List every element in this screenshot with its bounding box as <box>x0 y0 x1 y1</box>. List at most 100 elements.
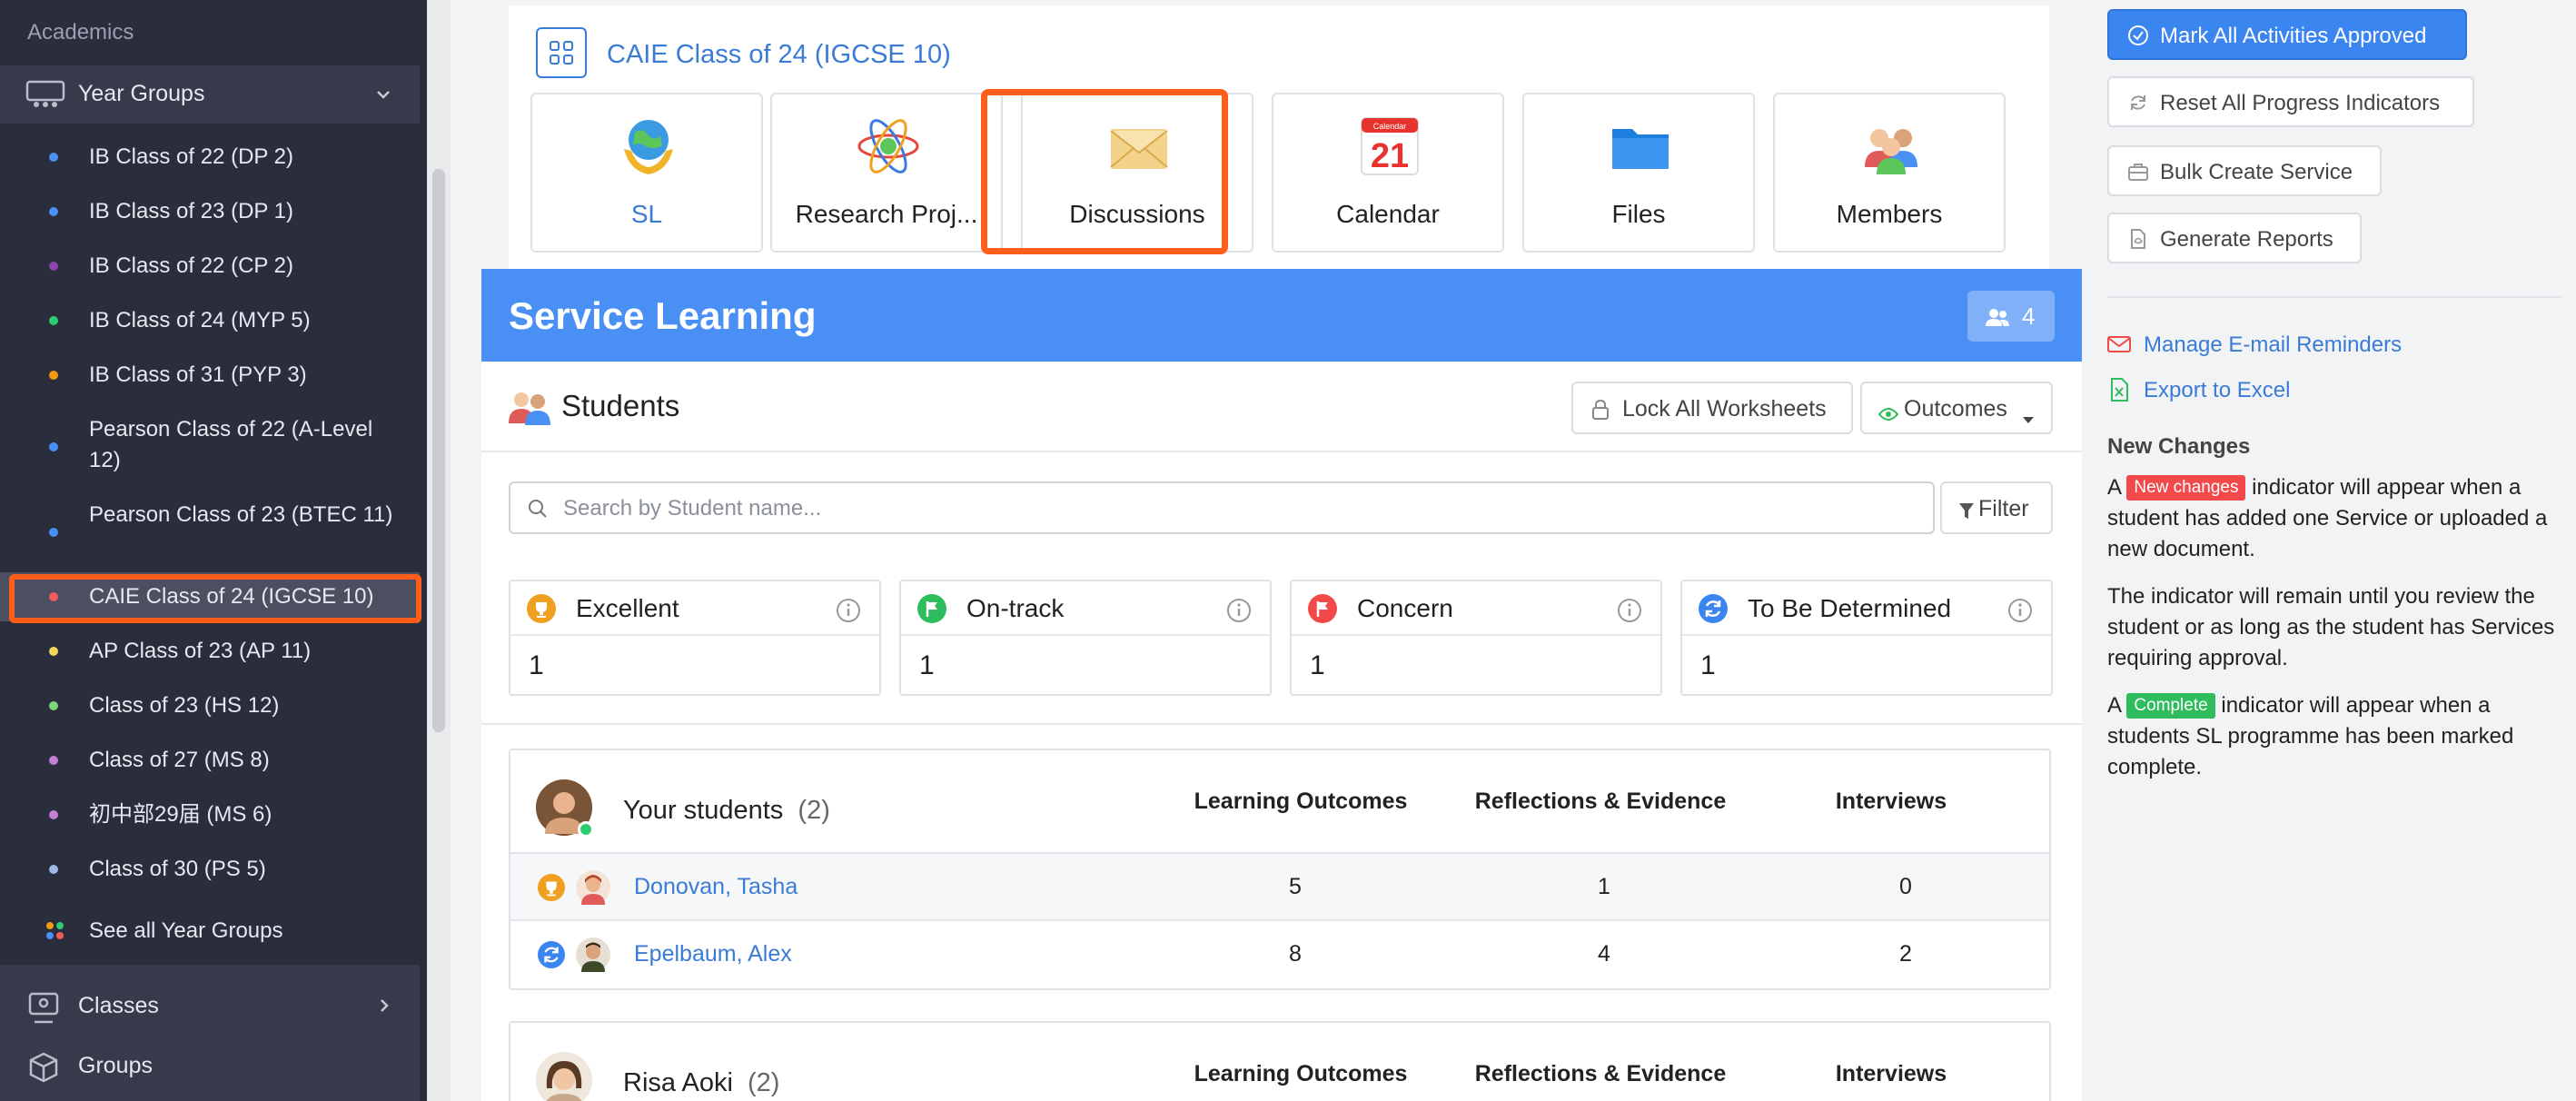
mark-all-approved-button[interactable]: Mark All Activities Approved <box>2107 9 2467 60</box>
sidebar-year-group-item[interactable]: AP Class of 23 (AP 11) <box>0 636 420 667</box>
sidebar-item-label: IB Class of 22 (DP 2) <box>89 144 293 169</box>
excel-label: Export to Excel <box>2144 378 2291 402</box>
chevron-down-icon <box>374 85 392 104</box>
group-count: (2) <box>748 1068 780 1097</box>
sidebar-year-group-item[interactable]: Pearson Class of 23 (BTEC 11) <box>0 500 420 565</box>
manage-email-reminders-link[interactable]: Manage E-mail Reminders <box>2107 332 2489 358</box>
sidebar-year-group-item[interactable]: IB Class of 22 (DP 2) <box>0 142 420 173</box>
flag-icon <box>917 594 946 623</box>
student-group-table: Your students (2) Learning Outcomes Refl… <box>509 749 2051 990</box>
col-interviews: Interviews <box>1835 789 1947 814</box>
apps-card: CAIE Class of 24 (IGCSE 10) SL Research … <box>509 5 2049 271</box>
outcomes-dropdown[interactable]: Outcomes <box>1860 382 2053 434</box>
online-indicator <box>578 821 594 838</box>
stat-value: 1 <box>529 650 544 680</box>
sidebar-year-group-item[interactable]: Class of 30 (PS 5) <box>0 854 420 885</box>
app-tile-files[interactable]: Files <box>1522 93 1755 253</box>
table-row[interactable]: Donovan, Tasha 5 1 0 <box>510 854 2049 921</box>
new-changes-tag: New changes <box>2126 475 2246 501</box>
col-interviews: Interviews <box>1835 1061 1947 1086</box>
stat-on-track[interactable]: On-track 1 <box>899 580 1272 696</box>
sidebar-item-label: Class of 23 (HS 12) <box>89 693 280 718</box>
info-icon[interactable] <box>1617 598 1642 623</box>
highlight-selected-year-group <box>9 574 421 623</box>
sidebar-bottom: Classes Groups <box>0 965 420 1101</box>
color-dot-icon <box>49 207 58 216</box>
avatar <box>576 870 610 905</box>
apps-grid-button[interactable] <box>536 27 587 78</box>
sidebar: Academics Year Groups IB Class of 22 (DP… <box>0 0 427 1101</box>
table-header: Your students (2) Learning Outcomes Refl… <box>510 750 2049 854</box>
app-tile-research[interactable]: Research Proj... <box>770 93 1003 253</box>
color-dot-icon <box>49 153 58 162</box>
sidebar-year-group-item[interactable]: IB Class of 22 (CP 2) <box>0 251 420 282</box>
sidebar-year-group-item[interactable]: 初中部29届 (MS 6) <box>0 799 420 830</box>
sl-title: Service Learning <box>509 294 817 337</box>
stat-excellent[interactable]: Excellent 1 <box>509 580 881 696</box>
sidebar-item-groups[interactable]: Groups <box>0 1036 420 1096</box>
info-icon[interactable] <box>836 598 861 623</box>
sidebar-item-label: 初中部29届 (MS 6) <box>89 802 272 827</box>
app-tile-sl[interactable]: SL <box>530 93 763 253</box>
bulk-label: Bulk Create Service <box>2160 160 2353 184</box>
stat-concern[interactable]: Concern 1 <box>1290 580 1662 696</box>
complete-tag: Complete <box>2126 693 2215 719</box>
student-name-link[interactable]: Donovan, Tasha <box>634 874 798 900</box>
grid-icon <box>550 41 573 64</box>
app-tile-calendar[interactable]: Calendar 21 Calendar <box>1272 93 1504 253</box>
globe-hands-icon <box>617 114 680 178</box>
lock-worksheets-button[interactable]: Lock All Worksheets <box>1571 382 1853 434</box>
sidebar-item-label: IB Class of 31 (PYP 3) <box>89 362 307 387</box>
new-changes-heading: New Changes <box>2107 434 2251 459</box>
app-tile-members[interactable]: Members <box>1773 93 2006 253</box>
sidebar-year-group-item[interactable]: IB Class of 31 (PYP 3) <box>0 360 420 391</box>
stat-to-be-determined[interactable]: To Be Determined 1 <box>1680 580 2053 696</box>
info-icon[interactable] <box>1226 598 1252 623</box>
sidebar-year-groups[interactable]: Year Groups <box>0 65 420 124</box>
highlight-sl-tile <box>981 89 1228 254</box>
caret-down-icon <box>2022 405 2035 431</box>
generate-reports-button[interactable]: Generate Reports <box>2107 213 2362 263</box>
sidebar-year-group-item[interactable]: Pearson Class of 22 (A-Level 12) <box>0 414 420 480</box>
info-icon[interactable] <box>2007 598 2033 623</box>
color-dot-icon <box>49 316 58 325</box>
table-row[interactable]: Epelbaum, Alex 8 4 2 <box>510 921 2049 988</box>
status-summary-row: Excellent 1 On-track 1 Concern 1 To Be D… <box>481 561 2082 725</box>
export-excel-link[interactable]: Export to Excel <box>2107 378 2380 403</box>
reports-label: Generate Reports <box>2160 227 2333 252</box>
bulk-create-service-button[interactable]: Bulk Create Service <box>2107 145 2382 196</box>
class-title: CAIE Class of 24 (IGCSE 10) <box>607 40 951 69</box>
color-dot-icon <box>49 647 58 656</box>
reset-label: Reset All Progress Indicators <box>2160 91 2441 115</box>
filter-button[interactable]: Filter <box>1940 481 2053 534</box>
student-search[interactable] <box>509 481 1935 534</box>
sidebar-item-classes[interactable]: Classes <box>0 976 420 1036</box>
people-icon <box>1859 114 1923 178</box>
flag-icon <box>1308 594 1337 623</box>
see-all-year-groups[interactable]: See all Year Groups <box>0 916 420 947</box>
app-tile-label: Research Proj... <box>795 200 978 228</box>
search-input[interactable] <box>563 492 1907 525</box>
col-reflections-evidence: Reflections & Evidence <box>1474 789 1727 814</box>
color-dot-icon <box>49 371 58 380</box>
color-dot-icon <box>49 262 58 271</box>
sidebar-year-group-item[interactable]: Class of 27 (MS 8) <box>0 745 420 776</box>
color-dot-icon <box>49 701 58 710</box>
lock-label: Lock All Worksheets <box>1622 396 1827 422</box>
email-label: Manage E-mail Reminders <box>2144 332 2403 357</box>
reset-progress-button[interactable]: Reset All Progress Indicators <box>2107 76 2474 127</box>
sidebar-year-group-item[interactable]: IB Class of 23 (DP 1) <box>0 196 420 227</box>
group-title: Risa Aoki <box>623 1068 733 1097</box>
sl-header: Service Learning 4 <box>481 269 2082 362</box>
sidebar-year-group-item[interactable]: Class of 23 (HS 12) <box>0 690 420 721</box>
student-name-link[interactable]: Epelbaum, Alex <box>634 941 792 967</box>
sidebar-year-group-item[interactable]: IB Class of 24 (MYP 5) <box>0 305 420 336</box>
color-dot-icon <box>49 442 58 451</box>
stat-value: 1 <box>1700 650 1716 680</box>
pdf-file-icon <box>2127 228 2149 250</box>
approve-label: Mark All Activities Approved <box>2160 24 2427 48</box>
sidebar-scrollbar[interactable] <box>432 169 445 732</box>
classes-label: Classes <box>78 993 159 1018</box>
app-tile-label: Members <box>1836 200 1943 228</box>
members-count-badge[interactable]: 4 <box>1967 291 2055 342</box>
